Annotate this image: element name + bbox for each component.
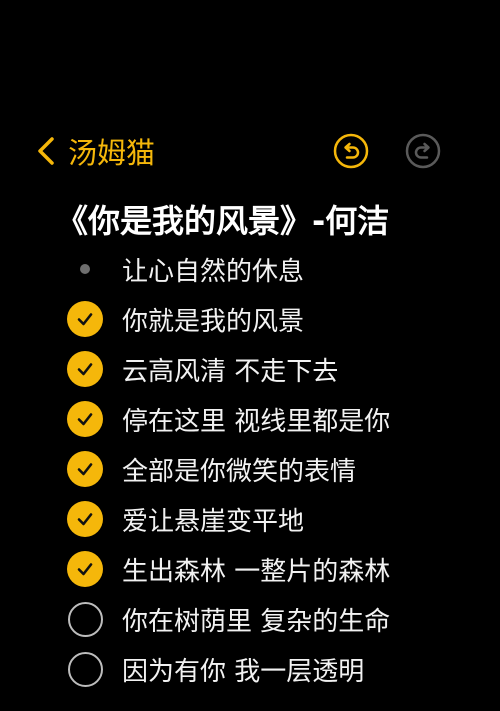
navigation-bar: 汤姆猫 xyxy=(0,128,500,174)
list-item[interactable]: 你在树荫里 复杂的生命 xyxy=(0,594,500,644)
empty-circle xyxy=(67,601,103,637)
checkbox-unchecked-icon[interactable] xyxy=(67,601,103,637)
list-item-text: 你在树荫里 复杂的生命 xyxy=(122,606,391,637)
checkmark-icon xyxy=(77,313,93,326)
checklist: 让心自然的休息 你就是我的风景云高风清 不走下去停在这里 视线里都是你 全部是你微笑… xyxy=(0,244,500,694)
empty-circle xyxy=(67,651,103,687)
list-item-text: 停在这里 视线里都是你 xyxy=(122,406,391,437)
checkmark-icon xyxy=(77,413,93,426)
back-button-label: 汤姆猫 xyxy=(68,136,156,170)
chevron-left-icon xyxy=(38,137,54,165)
list-item[interactable]: 你就是我的风景 xyxy=(0,294,500,344)
list-item-text: 爱让悬崖变平地 xyxy=(122,506,305,537)
check-circle xyxy=(67,551,103,587)
list-item-text: 让心自然的休息 xyxy=(122,256,305,287)
list-item-text: 生出森林 一整片的森林 xyxy=(122,556,391,587)
checkmark-icon xyxy=(77,513,93,526)
undo-icon[interactable] xyxy=(332,132,370,170)
check-circle xyxy=(67,351,103,387)
checkbox-checked-icon[interactable] xyxy=(67,401,103,437)
list-item[interactable]: 因为有你 我一层透明 xyxy=(0,644,500,694)
checkbox-checked-icon[interactable] xyxy=(67,351,103,387)
list-item[interactable]: 生出森林 一整片的森林 xyxy=(0,544,500,594)
list-item[interactable]: 爱让悬崖变平地 xyxy=(0,494,500,544)
checkbox-unchecked-icon[interactable] xyxy=(67,651,103,687)
list-item[interactable]: 全部是你微笑的表情 xyxy=(0,444,500,494)
bullet-icon xyxy=(67,251,103,287)
redo-icon[interactable] xyxy=(404,132,442,170)
list-item[interactable]: 让心自然的休息 xyxy=(0,244,500,294)
checkmark-icon xyxy=(77,563,93,576)
list-item-text: 你就是我的风景 xyxy=(122,306,305,337)
checkmark-icon xyxy=(77,463,93,476)
check-circle xyxy=(67,501,103,537)
back-button[interactable]: 汤姆猫 xyxy=(34,128,155,174)
check-circle xyxy=(67,401,103,437)
bullet-dot xyxy=(80,264,90,274)
list-item[interactable]: 云高风清 不走下去 xyxy=(0,344,500,394)
check-circle xyxy=(67,451,103,487)
checkbox-checked-icon[interactable] xyxy=(67,501,103,537)
checkbox-checked-icon[interactable] xyxy=(67,551,103,587)
checkbox-checked-icon[interactable] xyxy=(67,301,103,337)
checkbox-checked-icon[interactable] xyxy=(67,451,103,487)
checkmark-icon xyxy=(77,363,93,376)
list-item[interactable]: 停在这里 视线里都是你 xyxy=(0,394,500,444)
list-item-text: 因为有你 我一层透明 xyxy=(122,656,365,687)
list-item-text: 云高风清 不走下去 xyxy=(122,356,339,387)
check-circle xyxy=(67,301,103,337)
list-item-text: 全部是你微笑的表情 xyxy=(122,456,357,487)
note-title[interactable]: 《你是我的风景》-何洁 xyxy=(56,196,389,242)
